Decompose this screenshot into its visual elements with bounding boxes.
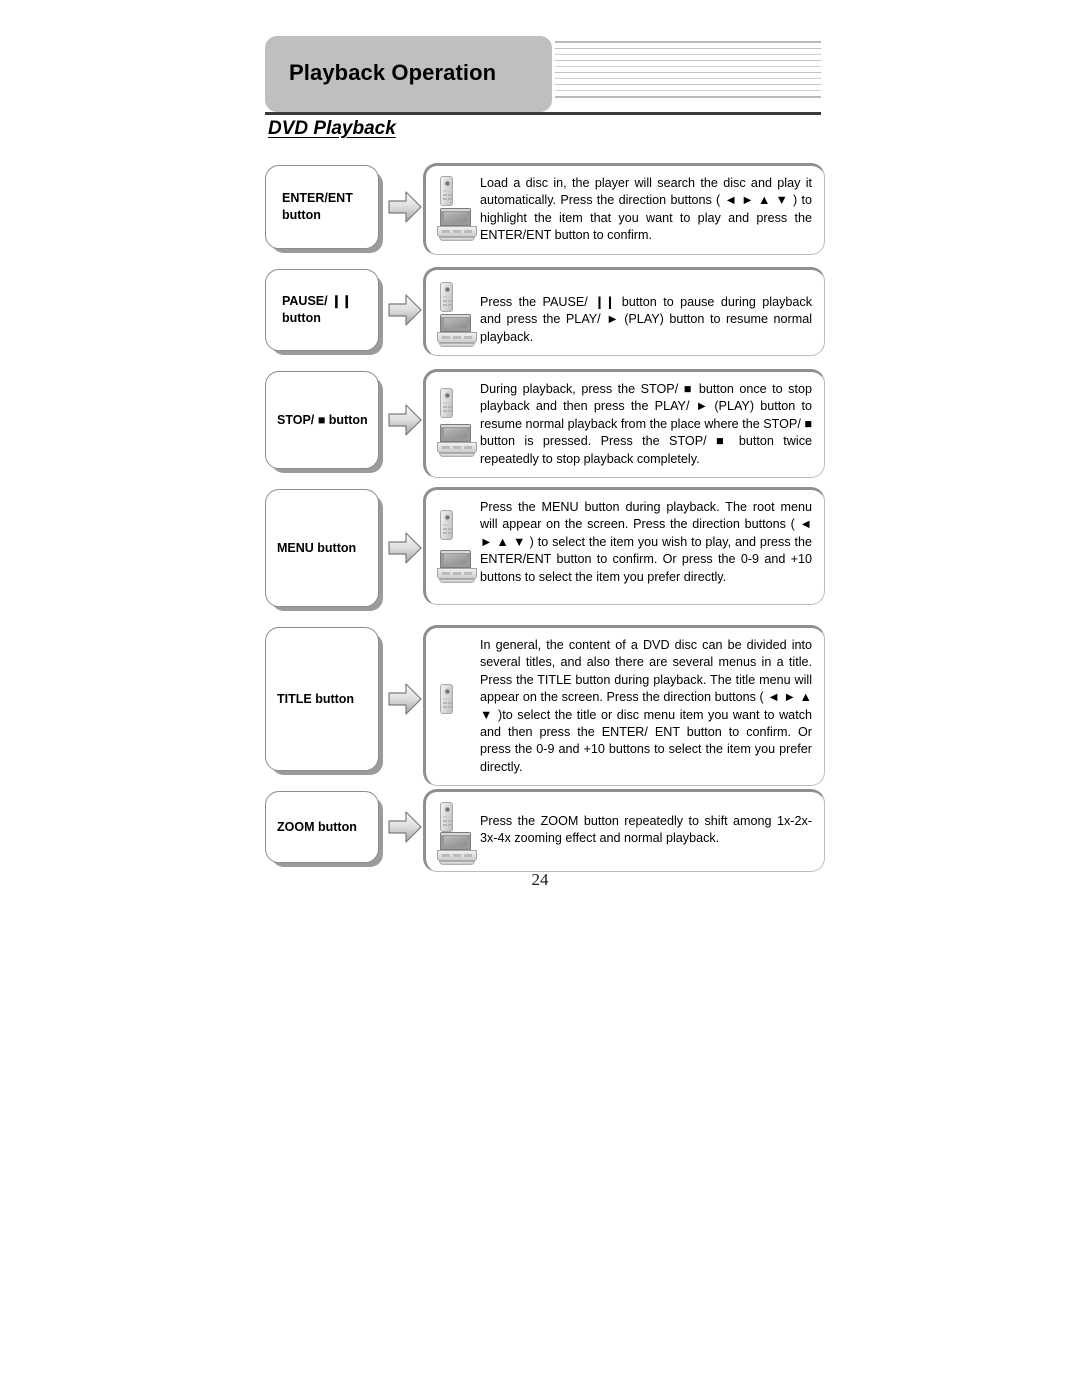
manual-page: Playback Operation DVD Playback ENTER/EN… xyxy=(0,0,1080,1397)
instruction-content-box: Load a disc in, the player will search t… xyxy=(423,163,825,255)
instruction-row: TITLE button In general, the content of … xyxy=(265,625,825,787)
instruction-text: Press the MENU button during playback. T… xyxy=(480,500,812,584)
instruction-text: During playback, press the STOP/ ■ butto… xyxy=(480,382,812,466)
dvd-player-icon xyxy=(437,208,477,242)
instruction-content-box: Press the ZOOM button repeatedly to shif… xyxy=(423,789,825,872)
remote-control-icon xyxy=(440,388,453,418)
flow-arrow-wrap xyxy=(383,627,427,771)
device-icons-group xyxy=(436,498,480,595)
remote-control-icon xyxy=(440,510,453,540)
button-label-text: TITLE button xyxy=(277,691,355,706)
dvd-player-icon xyxy=(437,314,477,348)
flow-arrow-wrap xyxy=(383,165,427,249)
button-label-text: STOP/ ■ button xyxy=(277,412,368,427)
instruction-text: Load a disc in, the player will search t… xyxy=(480,176,812,243)
instruction-content-box: Press the MENU button during playback. T… xyxy=(423,487,825,605)
page-number: 24 xyxy=(531,870,549,889)
button-label-text: ZOOM button xyxy=(277,819,357,834)
instruction-content-box: Press the PAUSE/ ❙❙ button to pause duri… xyxy=(423,267,825,357)
device-icons-group xyxy=(436,278,480,348)
button-label-box-stop: STOP/ ■ button xyxy=(265,371,379,469)
button-label-text: PAUSE/ ❙❙ button xyxy=(282,294,353,325)
instruction-row: MENU button Press the MENU button during… xyxy=(265,487,825,611)
button-label-text: MENU button xyxy=(277,540,357,555)
instruction-rows: ENTER/ENT button Load a disc in, the pla… xyxy=(265,163,825,889)
dvd-player-icon xyxy=(437,424,477,458)
instruction-text: Press the PAUSE/ ❙❙ button to pause duri… xyxy=(480,295,812,344)
device-icons-group xyxy=(436,636,480,776)
remote-control-icon xyxy=(440,684,453,714)
flow-arrow-wrap xyxy=(383,269,427,351)
instruction-text: Press the ZOOM button repeatedly to shif… xyxy=(480,814,812,846)
instruction-text: In general, the content of a DVD disc ca… xyxy=(480,638,812,774)
instruction-row: PAUSE/ ❙❙ button Press the PAUSE/ ❙❙ butt… xyxy=(265,267,825,357)
device-icons-group xyxy=(436,800,480,865)
button-label-box-menu: MENU button xyxy=(265,489,379,607)
flow-arrow-wrap xyxy=(383,791,427,863)
button-label-box-pause: PAUSE/ ❙❙ button xyxy=(265,269,379,351)
flow-arrow-wrap xyxy=(383,371,427,469)
dvd-player-icon xyxy=(437,832,477,866)
dvd-player-icon xyxy=(437,550,477,584)
remote-control-icon xyxy=(440,282,453,312)
header-divider xyxy=(265,112,821,115)
right-arrow-icon xyxy=(388,404,422,436)
device-icons-group xyxy=(436,174,480,245)
instruction-row: ZOOM button Press the ZOOM button repeat… xyxy=(265,789,825,875)
page-title: Playback Operation xyxy=(289,60,497,85)
header-tab: Playback Operation xyxy=(265,36,552,112)
button-label-text: ENTER/ENT button xyxy=(282,191,353,222)
device-icons-group xyxy=(436,380,480,468)
instruction-content-box: In general, the content of a DVD disc ca… xyxy=(423,625,825,787)
flow-arrow-wrap xyxy=(383,489,427,607)
instruction-row: STOP/ ■ button During playback, press th… xyxy=(265,369,825,479)
right-arrow-icon xyxy=(388,191,422,223)
instruction-content-box: During playback, press the STOP/ ■ butto… xyxy=(423,369,825,479)
section-heading: DVD Playback xyxy=(268,118,396,139)
button-label-box-title: TITLE button xyxy=(265,627,379,771)
button-label-box-enter: ENTER/ENT button xyxy=(265,165,379,249)
page-header: Playback Operation xyxy=(265,36,821,114)
right-arrow-icon xyxy=(388,811,422,843)
instruction-row: ENTER/ENT button Load a disc in, the pla… xyxy=(265,163,825,255)
right-arrow-icon xyxy=(388,532,422,564)
remote-control-icon xyxy=(440,176,453,206)
remote-control-icon xyxy=(440,802,453,832)
right-arrow-icon xyxy=(388,294,422,326)
button-label-box-zoom: ZOOM button xyxy=(265,791,379,863)
right-arrow-icon xyxy=(388,683,422,715)
header-decoration-lines xyxy=(555,41,821,109)
